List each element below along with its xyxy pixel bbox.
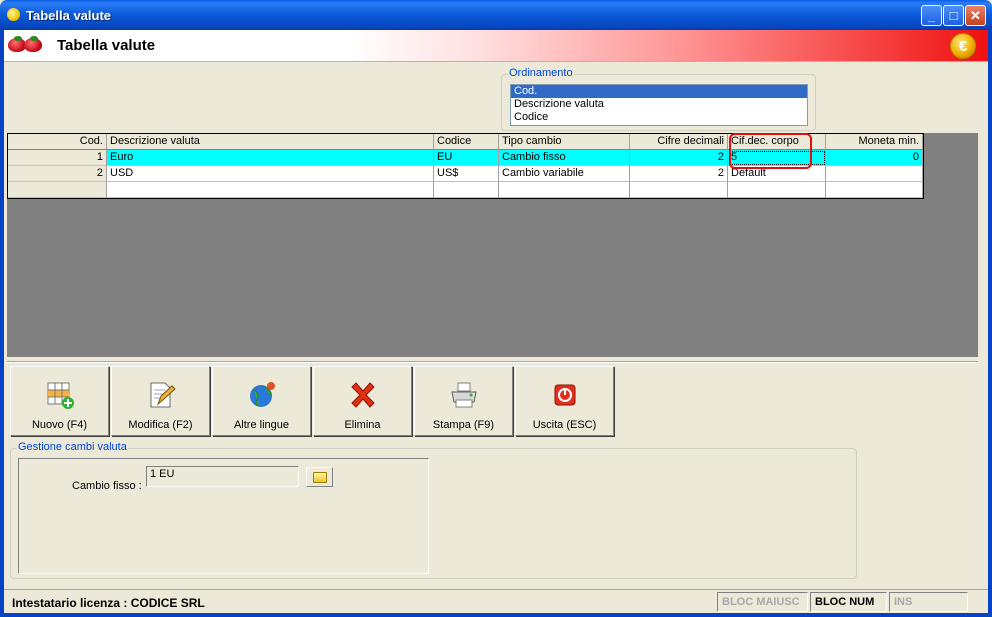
table-cell[interactable]: 0 bbox=[826, 150, 923, 166]
table-cell[interactable] bbox=[434, 182, 499, 198]
print-button[interactable]: Stampa (F9) bbox=[414, 366, 513, 436]
table-cell[interactable] bbox=[630, 182, 728, 198]
languages-button[interactable]: Altre lingue bbox=[212, 366, 311, 436]
table-cell[interactable]: Euro bbox=[107, 150, 434, 166]
num-lock-indicator: BLOC NUM bbox=[810, 592, 887, 612]
close-button[interactable]: ✕ bbox=[965, 5, 986, 26]
power-icon bbox=[554, 384, 575, 406]
table-cell[interactable]: US$ bbox=[434, 166, 499, 182]
minimize-button[interactable]: _ bbox=[921, 5, 942, 26]
table-cell[interactable] bbox=[728, 182, 826, 198]
window-title: Tabella valute bbox=[26, 8, 112, 23]
table-cell[interactable] bbox=[499, 182, 630, 198]
column-header[interactable]: Descrizione valuta bbox=[107, 134, 434, 150]
ordinamento-listbox[interactable]: Cod. Descrizione valuta Codice bbox=[510, 84, 808, 126]
table-cell[interactable]: USD bbox=[107, 166, 434, 182]
cambio-fisso-label: Cambio fisso : bbox=[72, 480, 142, 492]
annotation-highlight-box bbox=[729, 133, 812, 169]
table-cell[interactable]: EU bbox=[434, 150, 499, 166]
strawberry-logo-icon bbox=[8, 36, 46, 54]
globe-icon bbox=[249, 382, 275, 407]
exit-button[interactable]: Uscita (ESC) bbox=[515, 366, 614, 436]
print-button-label: Stampa (F9) bbox=[432, 419, 495, 431]
gestione-panel: Cambio fisso : 1 EU bbox=[18, 458, 429, 574]
toolbar: Nuovo (F4) Modifica (F2) Altre lingue El… bbox=[10, 366, 616, 436]
maximize-button[interactable]: □ bbox=[943, 5, 964, 26]
column-header[interactable]: Moneta min. bbox=[826, 134, 923, 150]
table-cell[interactable]: 1 bbox=[8, 150, 107, 166]
cambio-fisso-field[interactable]: 1 EU bbox=[146, 466, 299, 487]
table-cell[interactable]: Cambio variabile bbox=[499, 166, 630, 182]
table-cell[interactable]: 2 bbox=[630, 150, 728, 166]
delete-button-label: Elimina bbox=[344, 419, 381, 431]
edit-button[interactable]: Modifica (F2) bbox=[111, 366, 210, 436]
new-grid-add-icon bbox=[47, 382, 74, 409]
table-row-empty[interactable] bbox=[8, 182, 923, 198]
delete-button[interactable]: Elimina bbox=[313, 366, 412, 436]
exit-button-label: Uscita (ESC) bbox=[532, 419, 597, 431]
column-header[interactable]: Tipo cambio bbox=[499, 134, 630, 150]
title-bar[interactable]: Tabella valute _ □ ✕ bbox=[0, 0, 992, 30]
table-cell[interactable]: 2 bbox=[8, 166, 107, 182]
euro-icon: € bbox=[950, 33, 976, 59]
ordinamento-group: Ordinamento Cod. Descrizione valuta Codi… bbox=[501, 67, 816, 131]
table-cell[interactable]: 2 bbox=[630, 166, 728, 182]
gestione-cambi-group: Gestione cambi valuta Cambio fisso : 1 E… bbox=[10, 441, 857, 579]
table-cell[interactable]: Cambio fisso bbox=[499, 150, 630, 166]
table-cell[interactable] bbox=[826, 166, 923, 182]
status-bar: Intestatario licenza : CODICE SRL BLOC M… bbox=[4, 589, 988, 613]
insert-indicator: INS bbox=[889, 592, 968, 612]
gestione-legend: Gestione cambi valuta bbox=[17, 441, 128, 453]
ordinamento-option-codice[interactable]: Codice bbox=[511, 111, 807, 124]
license-holder: Intestatario licenza : CODICE SRL bbox=[12, 596, 205, 610]
ordinamento-option-cod[interactable]: Cod. bbox=[511, 85, 807, 98]
table-cell[interactable] bbox=[826, 182, 923, 198]
table-cell[interactable] bbox=[8, 182, 107, 198]
languages-button-label: Altre lingue bbox=[233, 419, 290, 431]
header-banner: Tabella valute € bbox=[4, 30, 988, 62]
column-header[interactable]: Codice bbox=[434, 134, 499, 150]
browse-button[interactable] bbox=[306, 467, 333, 487]
caps-lock-indicator: BLOC MAIUSC bbox=[717, 592, 808, 612]
new-button[interactable]: Nuovo (F4) bbox=[10, 366, 109, 436]
divider bbox=[7, 361, 978, 363]
edit-document-icon bbox=[150, 382, 176, 408]
app-icon bbox=[7, 8, 20, 21]
column-header[interactable]: Cod. bbox=[8, 134, 107, 150]
new-button-label: Nuovo (F4) bbox=[31, 419, 88, 431]
ordinamento-option-descrizione[interactable]: Descrizione valuta bbox=[511, 98, 807, 111]
folder-icon bbox=[312, 471, 327, 483]
edit-button-label: Modifica (F2) bbox=[128, 419, 193, 431]
column-header[interactable]: Cifre decimali bbox=[630, 134, 728, 150]
printer-icon bbox=[450, 382, 477, 408]
grid-area[interactable]: Cod. Descrizione valuta Codice Tipo camb… bbox=[7, 133, 978, 357]
table-cell[interactable] bbox=[107, 182, 434, 198]
delete-x-icon bbox=[350, 382, 375, 408]
ordinamento-legend: Ordinamento bbox=[508, 67, 574, 79]
page-title: Tabella valute bbox=[57, 37, 156, 54]
